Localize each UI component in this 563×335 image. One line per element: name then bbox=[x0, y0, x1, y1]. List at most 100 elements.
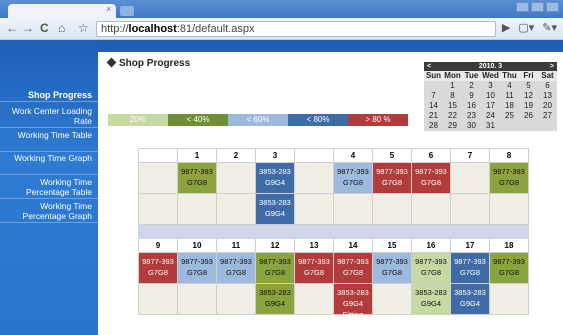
calendar-day[interactable]: 12 bbox=[519, 91, 538, 101]
job-block[interactable]: 3853-283 G9G4 bbox=[412, 284, 450, 314]
calendar-day[interactable]: 26 bbox=[519, 111, 538, 121]
calendar-day[interactable]: 7 bbox=[424, 91, 443, 101]
calendar-day[interactable]: 16 bbox=[462, 101, 481, 111]
sidebar-item-working-time-table[interactable]: Working Time Table bbox=[0, 130, 98, 152]
calendar-day[interactable]: 21 bbox=[424, 111, 443, 121]
calendar-day[interactable]: 31 bbox=[481, 121, 500, 131]
sidebar-item-working-time-percentage-graph[interactable]: Working Time Percentage Graph bbox=[0, 201, 98, 223]
reload-icon[interactable]: C bbox=[40, 21, 49, 35]
browser-right-icons: ▶ ▢▾ ✎▾ bbox=[502, 21, 557, 34]
job-block[interactable]: 9877-393 G7G8 bbox=[373, 163, 411, 193]
job-block[interactable]: 9877-393 G7G8 bbox=[451, 253, 489, 283]
job-block[interactable]: 3853-283 G9G4 bbox=[451, 284, 489, 314]
calendar-dow: Wed bbox=[481, 71, 500, 81]
calendar-day[interactable]: 5 bbox=[519, 81, 538, 91]
schedule-cell bbox=[294, 162, 334, 194]
schedule-cell bbox=[294, 193, 334, 225]
tab-close-icon[interactable]: × bbox=[106, 4, 111, 14]
back-icon[interactable]: ← bbox=[6, 21, 18, 35]
job-block[interactable]: 3853-283 G9G4 bbox=[256, 284, 294, 314]
calendar-day[interactable]: 28 bbox=[424, 121, 443, 131]
job-block[interactable]: 3853-283 G9G4 Fitting bbox=[334, 284, 372, 319]
calendar-day[interactable]: 9 bbox=[462, 91, 481, 101]
sidebar-item-working-time-graph[interactable]: Working Time Graph bbox=[0, 153, 98, 175]
calendar-day[interactable]: 30 bbox=[462, 121, 481, 131]
schedule-cell bbox=[216, 162, 256, 194]
calendar-day[interactable]: 1 bbox=[443, 81, 462, 91]
calendar-day[interactable]: 10 bbox=[481, 91, 500, 101]
schedule-cell: 9877-393 G7G8 bbox=[372, 162, 412, 194]
calendar-day[interactable]: 8 bbox=[443, 91, 462, 101]
minimize-icon[interactable] bbox=[516, 2, 529, 12]
calendar-day[interactable]: 14 bbox=[424, 101, 443, 111]
address-bar[interactable]: http://localhost:81/default.aspx bbox=[96, 21, 496, 37]
tools-menu-icon[interactable]: ✎▾ bbox=[542, 21, 557, 34]
bookmark-star-icon[interactable]: ☆ bbox=[78, 21, 89, 35]
calendar-day[interactable]: 20 bbox=[538, 101, 557, 111]
calendar-day[interactable]: 22 bbox=[443, 111, 462, 121]
maximize-icon[interactable] bbox=[531, 2, 544, 12]
job-block[interactable]: 9877-393 G7G8 bbox=[178, 163, 216, 193]
day-number: 11 bbox=[216, 238, 256, 253]
calendar-day[interactable]: 13 bbox=[538, 91, 557, 101]
calendar-day[interactable]: 19 bbox=[519, 101, 538, 111]
sidebar-item-work-center-loading-rate[interactable]: Work Center Loading Rate bbox=[0, 106, 98, 128]
job-block[interactable]: 9877-393 G7G8 bbox=[295, 253, 333, 283]
job-block[interactable]: 3853-283 G9G4 bbox=[256, 194, 294, 224]
calendar-day[interactable]: 17 bbox=[481, 101, 500, 111]
job-block[interactable]: 9877-393 G7G8 bbox=[490, 163, 528, 193]
calendar-day[interactable]: 6 bbox=[538, 81, 557, 91]
play-icon[interactable]: ▶ bbox=[502, 21, 510, 34]
page-menu-icon[interactable]: ▢▾ bbox=[518, 21, 534, 34]
new-tab-button[interactable] bbox=[120, 6, 134, 16]
job-block[interactable]: 9877-393 G7G8 bbox=[334, 163, 372, 193]
calendar-day[interactable]: 23 bbox=[462, 111, 481, 121]
schedule-cell: 9877-393 G7G8 bbox=[177, 162, 217, 194]
job-block[interactable]: 9877-393 G7G8 bbox=[412, 253, 450, 283]
sidebar-item-shop-progress[interactable]: Shop Progress bbox=[0, 88, 98, 102]
week-separator bbox=[138, 224, 529, 239]
url-prefix: http:// bbox=[101, 23, 129, 35]
calendar-dow: Fri bbox=[519, 71, 538, 81]
calendar-next-button[interactable]: > bbox=[550, 62, 554, 71]
forward-icon[interactable]: → bbox=[22, 21, 34, 35]
schedule-cell: 9877-393 G7G8 bbox=[138, 252, 178, 284]
job-block[interactable]: 3853-283 G9G4 bbox=[256, 163, 294, 193]
job-block[interactable]: 9877-393 G7G8 bbox=[139, 253, 177, 283]
close-window-icon[interactable] bbox=[546, 2, 559, 12]
calendar-day bbox=[424, 81, 443, 91]
calendar-day[interactable]: 11 bbox=[500, 91, 519, 101]
schedule-row: 9877-393 G7G8 9877-393 G7G8 9877-393 G7G8 9877… bbox=[138, 252, 529, 284]
calendar-day[interactable]: 2 bbox=[462, 81, 481, 91]
calendar-day[interactable]: 29 bbox=[443, 121, 462, 131]
schedule-grid: 1 2 3 4 5 6 7 8 9877-393 G7G8 3853-283 G9G4 9877-393… bbox=[138, 148, 529, 319]
calendar-day[interactable]: 3 bbox=[481, 81, 500, 91]
calendar-day[interactable]: 4 bbox=[500, 81, 519, 91]
job-block[interactable]: 9877-393 G7G8 bbox=[178, 253, 216, 283]
schedule-cell: 3853-283 G9G4 Fitting bbox=[333, 283, 373, 319]
job-block[interactable]: 9877-393 G7G8 bbox=[373, 253, 411, 283]
calendar-prev-button[interactable]: < bbox=[427, 62, 431, 71]
job-block[interactable]: 9877-393 G7G8 bbox=[334, 253, 372, 283]
calendar-day[interactable]: 18 bbox=[500, 101, 519, 111]
job-block[interactable]: 9877-393 G7G8 bbox=[412, 163, 450, 193]
browser-toolbar: ← → C ⌂ ☆ http://localhost:81/default.as… bbox=[0, 18, 563, 40]
schedule-cell bbox=[450, 162, 490, 194]
sidebar-item-working-time-percentage-table[interactable]: Working Time Percentage Table bbox=[0, 177, 98, 199]
browser-tab[interactable]: × bbox=[8, 4, 116, 18]
browser-titlebar: × bbox=[0, 0, 563, 18]
calendar-day[interactable]: 24 bbox=[481, 111, 500, 121]
legend-item: 20% bbox=[108, 114, 168, 126]
legend-item: < 60% bbox=[228, 114, 288, 126]
home-icon[interactable]: ⌂ bbox=[58, 21, 65, 35]
schedule-cell bbox=[333, 193, 373, 225]
schedule-cell: 9877-393 G7G8 bbox=[411, 162, 451, 194]
calendar-day[interactable]: 25 bbox=[500, 111, 519, 121]
calendar-day[interactable]: 27 bbox=[538, 111, 557, 121]
calendar-day[interactable]: 15 bbox=[443, 101, 462, 111]
schedule-row: 9877-393 G7G8 3853-283 G9G4 9877-393 G7G8 9877… bbox=[138, 162, 529, 194]
job-block[interactable]: 9877-393 G7G8 bbox=[217, 253, 255, 283]
job-block[interactable]: 9877-393 G7G8 bbox=[256, 253, 294, 283]
job-block[interactable]: 9877-393 G7G8 bbox=[490, 253, 528, 283]
schedule-cell: 9877-393 G7G8 bbox=[489, 252, 529, 284]
